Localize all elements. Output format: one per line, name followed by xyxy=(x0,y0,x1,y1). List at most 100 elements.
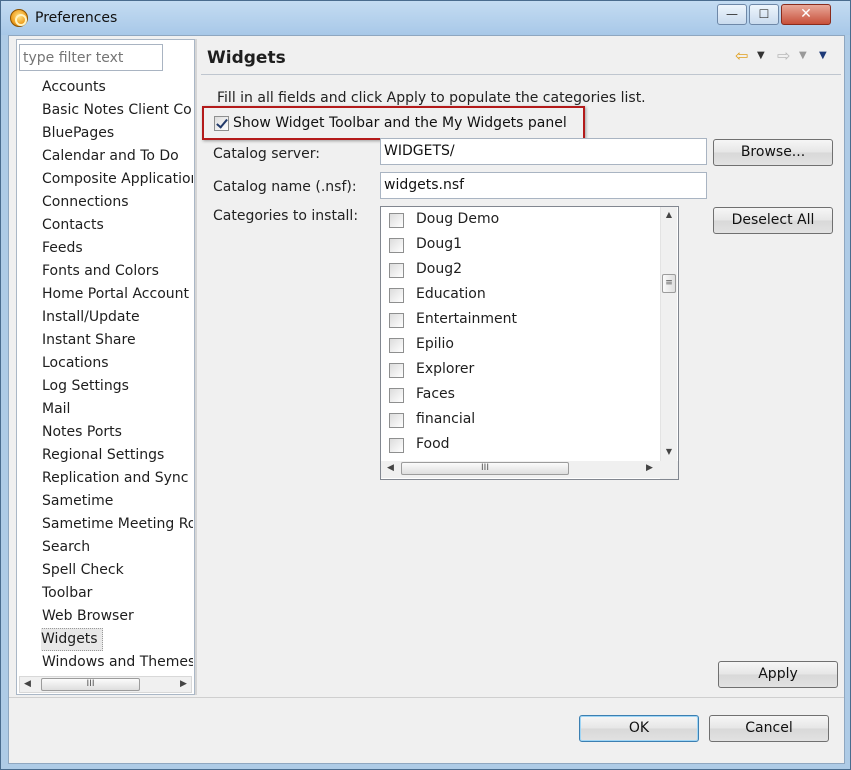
tree-item-widgets[interactable]: Widgets xyxy=(41,628,103,651)
show-toolbar-checkbox[interactable] xyxy=(214,116,229,131)
category-row[interactable]: financial xyxy=(387,408,657,433)
forward-menu-chevron-icon[interactable]: ▼ xyxy=(799,46,807,66)
instructions-text: Fill in all fields and click Apply to po… xyxy=(217,90,646,106)
minimize-button[interactable]: — xyxy=(717,4,747,25)
category-row[interactable]: Faces xyxy=(387,383,657,408)
categories-vscroll-thumb[interactable]: ≡ xyxy=(662,274,676,293)
category-row[interactable]: Education xyxy=(387,283,657,308)
tree-item-web-browser[interactable]: Web Browser xyxy=(41,605,193,628)
tree-item-sametime[interactable]: Sametime xyxy=(41,490,193,513)
category-label: Doug Demo xyxy=(416,211,500,227)
view-menu-chevron-icon[interactable]: ▼ xyxy=(819,46,827,66)
category-checkbox[interactable] xyxy=(389,213,404,228)
cancel-button[interactable]: Cancel xyxy=(709,715,829,742)
category-row[interactable]: Doug Demo xyxy=(387,208,657,233)
catalog-name-field[interactable]: widgets.nsf xyxy=(380,172,707,199)
catalog-name-label: Catalog name (.nsf): xyxy=(213,179,357,195)
window-title: Preferences xyxy=(35,10,118,26)
category-checkbox[interactable] xyxy=(389,388,404,403)
tree-item-sametime-meeting-ro[interactable]: Sametime Meeting Ro xyxy=(41,513,193,536)
tree-item-accounts[interactable]: Accounts xyxy=(41,76,193,99)
preferences-tree: Accounts Basic Notes Client Con BluePages C… xyxy=(41,76,193,684)
category-label: Entertainment xyxy=(416,311,518,327)
browse-button[interactable]: Browse... xyxy=(713,139,833,166)
tree-item-log-settings[interactable]: Log Settings xyxy=(41,375,193,398)
scroll-right-icon[interactable]: ▶ xyxy=(176,677,191,692)
categories-label: Categories to install: xyxy=(213,208,359,224)
scroll-corner xyxy=(660,461,678,479)
tree-item-mail[interactable]: Mail xyxy=(41,398,193,421)
tree-item-basic-notes-client-con[interactable]: Basic Notes Client Con xyxy=(41,99,193,122)
deselect-all-button[interactable]: Deselect All xyxy=(713,207,833,234)
category-label: financial xyxy=(416,411,476,427)
category-label: Explorer xyxy=(416,361,475,377)
categories-vertical-scrollbar[interactable]: ▲ ≡ ▼ xyxy=(660,207,677,461)
category-row[interactable]: Epilio xyxy=(387,333,657,358)
scroll-up-icon[interactable]: ▲ xyxy=(661,207,677,223)
tree-horizontal-scrollbar[interactable]: ◀ III ▶ xyxy=(19,676,192,693)
tree-item-instant-share[interactable]: Instant Share xyxy=(41,329,193,352)
scroll-left-icon[interactable]: ◀ xyxy=(20,677,35,692)
category-checkbox[interactable] xyxy=(389,438,404,453)
ok-button[interactable]: OK xyxy=(579,715,699,742)
category-label: Doug2 xyxy=(416,261,463,277)
maximize-button[interactable]: ☐ xyxy=(749,4,779,25)
tree-item-replication-and-sync[interactable]: Replication and Sync xyxy=(41,467,193,490)
apply-button[interactable]: Apply xyxy=(718,661,838,688)
tree-scroll-thumb[interactable]: III xyxy=(41,678,140,691)
filter-input[interactable] xyxy=(19,44,163,71)
categories-hscroll-thumb[interactable]: III xyxy=(401,462,569,475)
pane-splitter[interactable] xyxy=(195,39,197,695)
tree-item-connections[interactable]: Connections xyxy=(41,191,193,214)
back-menu-chevron-icon[interactable]: ▼ xyxy=(757,46,765,66)
header-divider xyxy=(201,74,841,75)
category-label: Education xyxy=(416,286,486,302)
category-checkbox[interactable] xyxy=(389,363,404,378)
category-checkbox[interactable] xyxy=(389,263,404,278)
category-checkbox[interactable] xyxy=(389,313,404,328)
scroll-left-icon[interactable]: ◀ xyxy=(383,461,398,476)
category-checkbox[interactable] xyxy=(389,413,404,428)
forward-arrow-icon[interactable]: ⇨ xyxy=(777,46,790,66)
tree-item-toolbar[interactable]: Toolbar xyxy=(41,582,193,605)
back-arrow-icon[interactable]: ⇦ xyxy=(735,46,748,66)
tree-item-search[interactable]: Search xyxy=(41,536,193,559)
tree-item-fonts-and-colors[interactable]: Fonts and Colors xyxy=(41,260,193,283)
categories-list[interactable]: Doug Demo Doug1 Doug2 Education Entertainmen… xyxy=(380,206,679,480)
category-row[interactable]: Doug1 xyxy=(387,233,657,258)
category-row[interactable]: Explorer xyxy=(387,358,657,383)
title-bar[interactable]: Preferences — ☐ ✕ xyxy=(1,1,850,35)
close-button[interactable]: ✕ xyxy=(781,4,831,25)
footer-divider xyxy=(9,697,844,698)
scroll-down-icon[interactable]: ▼ xyxy=(661,444,677,460)
catalog-server-field[interactable]: WIDGETS/ xyxy=(380,138,707,165)
category-checkbox[interactable] xyxy=(389,238,404,253)
category-label: Epilio xyxy=(416,336,454,352)
preferences-window: Preferences — ☐ ✕ AccountsBasic Notes Cl… xyxy=(0,0,851,770)
scroll-right-icon[interactable]: ▶ xyxy=(642,461,657,476)
tree-item-composite-application[interactable]: Composite Application xyxy=(41,168,193,191)
tree-item-feeds[interactable]: Feeds xyxy=(41,237,193,260)
tree-item-notes-ports[interactable]: Notes Ports xyxy=(41,421,193,444)
tree-item-regional-settings[interactable]: Regional Settings xyxy=(41,444,193,467)
category-label: Doug1 xyxy=(416,236,463,252)
show-toolbar-label[interactable]: Show Widget Toolbar and the My Widgets p… xyxy=(233,115,567,131)
tree-item-contacts[interactable]: Contacts xyxy=(41,214,193,237)
tree-item-calendar-and-to-do[interactable]: Calendar and To Do xyxy=(41,145,193,168)
category-label: Food xyxy=(416,436,450,452)
tree-item-locations[interactable]: Locations xyxy=(41,352,193,375)
catalog-server-label: Catalog server: xyxy=(213,146,321,162)
category-row[interactable]: Entertainment xyxy=(387,308,657,333)
category-checkbox[interactable] xyxy=(389,338,404,353)
category-row[interactable]: Food xyxy=(387,433,657,458)
tree-item-install-update[interactable]: Install/Update xyxy=(41,306,193,329)
tree-item-windows-and-themes[interactable]: Windows and Themes xyxy=(41,651,193,674)
tree-item-spell-check[interactable]: Spell Check xyxy=(41,559,193,582)
tree-item-bluepages[interactable]: BluePages xyxy=(41,122,193,145)
categories-horizontal-scrollbar[interactable]: ◀ III ▶ xyxy=(381,461,660,478)
category-row[interactable]: Doug2 xyxy=(387,258,657,283)
page-nav-toolbar: ⇦ ▼ ⇨ ▼ ▼ xyxy=(735,46,835,66)
preferences-tree-pane: AccountsBasic Notes Client ConBluePagesC… xyxy=(16,39,195,695)
tree-item-home-portal-account[interactable]: Home Portal Account xyxy=(41,283,193,306)
category-checkbox[interactable] xyxy=(389,288,404,303)
